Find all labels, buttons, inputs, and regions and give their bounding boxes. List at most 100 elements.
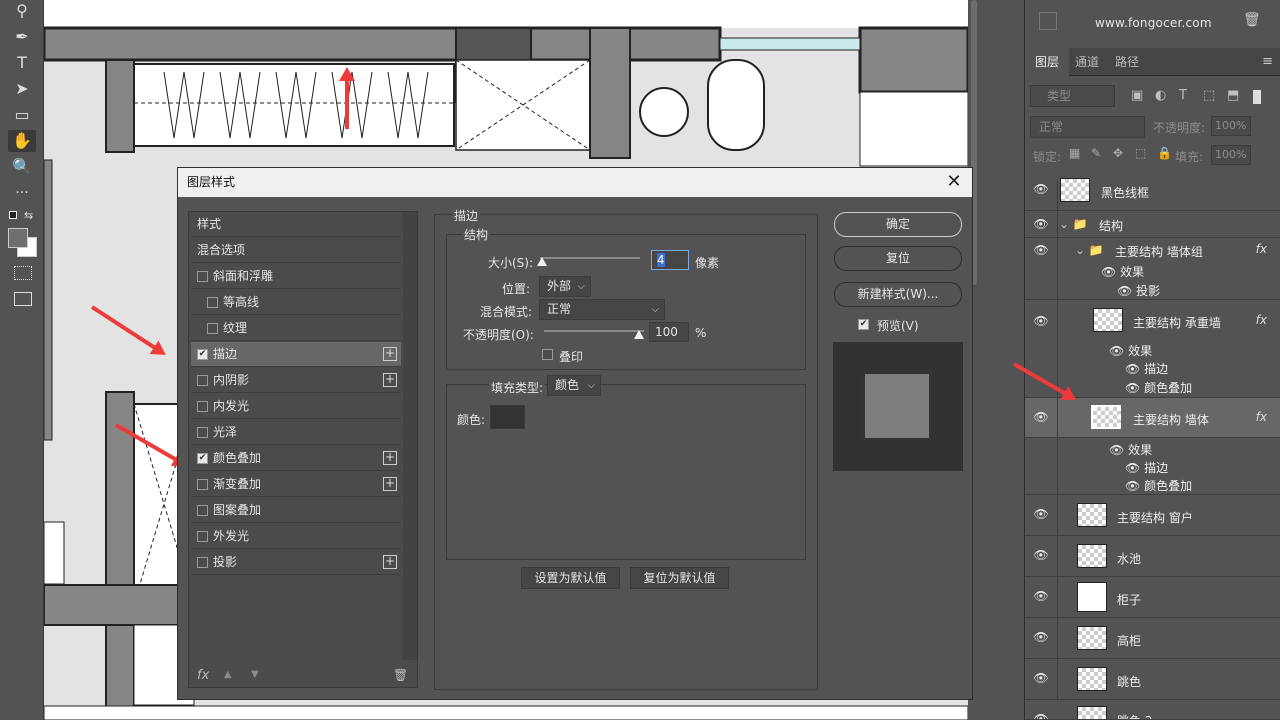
reset-button[interactable]: 复位 (834, 246, 962, 271)
checkbox[interactable] (197, 557, 208, 568)
lock-artboard-icon[interactable]: ⬚ (1135, 146, 1146, 160)
trash-icon[interactable]: 🗑 (1243, 12, 1261, 28)
layer-row[interactable]: 👁 跳色 2 (1025, 700, 1280, 720)
style-item-bevel[interactable]: 斜面和浮雕 (191, 264, 401, 289)
reset-default-button[interactable]: 复位为默认值 (630, 567, 729, 589)
style-item-pattern-overlay[interactable]: 图案叠加 (191, 498, 401, 523)
checkbox[interactable] (197, 479, 208, 490)
style-item-inner-glow[interactable]: 内发光 (191, 394, 401, 419)
move-up-icon[interactable]: ▲ (224, 669, 232, 680)
style-item-drop-shadow[interactable]: 投影 + (191, 550, 401, 575)
filter-pixel-icon[interactable]: ▣ (1131, 88, 1143, 103)
screen-mode-icon[interactable] (14, 292, 32, 306)
lock-all-icon[interactable]: 🔒 (1157, 146, 1172, 160)
rectangle-icon[interactable]: ▭ (8, 104, 36, 126)
tab-layers[interactable]: 图层 (1025, 48, 1070, 76)
style-item-blending-options[interactable]: 混合选项 (191, 238, 401, 263)
eye-icon[interactable]: 👁 (1033, 589, 1049, 603)
lock-brush-icon[interactable]: ✎ (1091, 146, 1101, 160)
layer-row[interactable]: 👁 柜子 (1025, 577, 1280, 618)
layer-row[interactable]: 👁 水池 (1025, 536, 1280, 577)
layer-group-row[interactable]: 👁 ⌄ 📁 结构 (1025, 211, 1280, 238)
layer-row[interactable]: 👁 主要结构 承重墙 fx 👁 效果 👁 描边 👁 颜色叠加 (1025, 300, 1280, 398)
opacity-input[interactable]: 100 (649, 322, 689, 342)
close-icon[interactable]: ✕ (942, 170, 966, 194)
opacity-field[interactable]: 100% (1211, 116, 1251, 136)
style-item-inner-shadow[interactable]: 内阴影 + (191, 368, 401, 393)
style-item-texture[interactable]: 纹理 (191, 316, 401, 341)
style-item-stroke[interactable]: ✔ 描边 + (191, 342, 401, 367)
checkbox[interactable] (207, 323, 218, 334)
panel-menu-icon[interactable]: ≡ (1262, 54, 1273, 69)
checkbox[interactable] (207, 297, 218, 308)
eye-icon[interactable]: 👁 (1033, 712, 1049, 719)
size-input[interactable]: 4 (651, 250, 689, 270)
checkbox[interactable] (197, 427, 208, 438)
ok-button[interactable]: 确定 (834, 212, 962, 237)
opacity-slider-knob[interactable] (634, 330, 644, 339)
hand-icon[interactable]: ✋ (8, 130, 36, 152)
checkbox[interactable] (197, 505, 208, 516)
style-list-scrollbar[interactable] (403, 212, 417, 660)
eye-icon[interactable]: 👁 (1033, 507, 1049, 521)
filter-toggle[interactable] (1253, 90, 1261, 104)
set-default-button[interactable]: 设置为默认值 (521, 567, 620, 589)
more-icon[interactable]: ··· (8, 182, 36, 204)
style-item-satin[interactable]: 光泽 (191, 420, 401, 445)
eye-icon[interactable]: 👁 (1033, 671, 1049, 685)
foreground-color-swatch[interactable] (8, 228, 28, 248)
eye-icon[interactable]: 👁 (1033, 243, 1049, 257)
checkbox[interactable] (197, 531, 208, 542)
fill-field[interactable]: 100% (1211, 145, 1251, 165)
layer-row[interactable]: 👁 黑色线框 (1025, 170, 1280, 211)
checkbox[interactable] (197, 375, 208, 386)
fx-icon[interactable]: fx (1256, 410, 1267, 424)
filter-adjust-icon[interactable]: ◐ (1155, 88, 1166, 103)
position-select[interactable]: 外部 ⌵ (539, 276, 591, 297)
quick-mask-icon[interactable] (14, 266, 32, 280)
add-icon[interactable]: + (383, 373, 397, 387)
checkbox[interactable] (197, 271, 208, 282)
fill-type-select[interactable]: 颜色 ⌵ (547, 375, 601, 396)
color-swatch[interactable] (490, 405, 525, 429)
overprint-checkbox[interactable] (542, 349, 553, 360)
move-down-icon[interactable]: ▼ (251, 669, 259, 680)
add-icon[interactable]: + (383, 347, 397, 361)
fx-icon[interactable]: fx (1256, 313, 1267, 327)
delete-effect-icon[interactable]: 🗑 (393, 668, 408, 682)
add-icon[interactable]: + (383, 477, 397, 491)
style-item-contour[interactable]: 等高线 (191, 290, 401, 315)
new-layer-icon[interactable] (1039, 12, 1057, 30)
eye-icon[interactable]: 👁 (1033, 217, 1049, 231)
layer-row[interactable]: 👁 主要结构 窗户 (1025, 495, 1280, 536)
add-icon[interactable]: + (383, 451, 397, 465)
fx-menu-icon[interactable]: fx (197, 668, 209, 683)
layer-group-row[interactable]: 👁 ⌄ 📁 主要结构 墙体组 fx 👁 效果 👁 投影 (1025, 238, 1280, 300)
filter-type-icon[interactable]: T (1179, 88, 1187, 103)
folder-icon[interactable]: ⌄ 📁 (1075, 243, 1104, 257)
style-item-styles[interactable]: 样式 (191, 212, 401, 237)
checkbox-checked[interactable]: ✔ (197, 453, 208, 464)
checkbox-checked[interactable]: ✔ (197, 349, 208, 360)
pen-icon[interactable]: ✒ (8, 26, 36, 48)
layer-row[interactable]: 👁 跳色 (1025, 659, 1280, 700)
path-select-icon[interactable]: ➤ (8, 78, 36, 100)
preview-checkbox[interactable]: ✔ (858, 319, 869, 330)
lock-transparent-icon[interactable]: ▦ (1069, 146, 1080, 160)
blend-mode-select[interactable]: 正常 ⌵ (539, 299, 665, 320)
blend-mode-select[interactable]: 正常 (1030, 116, 1145, 138)
checkbox[interactable] (197, 401, 208, 412)
eye-icon[interactable]: 👁 (1033, 548, 1049, 562)
opacity-slider[interactable] (544, 330, 644, 332)
style-item-color-overlay[interactable]: ✔ 颜色叠加 + (191, 446, 401, 471)
style-item-outer-glow[interactable]: 外发光 (191, 524, 401, 549)
tab-paths[interactable]: 路径 (1105, 48, 1149, 76)
filter-smart-icon[interactable]: ⬒ (1227, 88, 1239, 103)
zoom-icon[interactable]: 🔍 (8, 156, 36, 178)
layer-row[interactable]: 👁 高柜 (1025, 618, 1280, 659)
layer-filter-select[interactable]: 类型 (1030, 85, 1115, 107)
eye-icon[interactable]: 👁 (1033, 314, 1049, 328)
size-slider[interactable] (540, 257, 640, 259)
eye-icon[interactable]: 👁 (1033, 182, 1049, 196)
swap-colors-icon[interactable]: ⇆ (24, 209, 33, 222)
